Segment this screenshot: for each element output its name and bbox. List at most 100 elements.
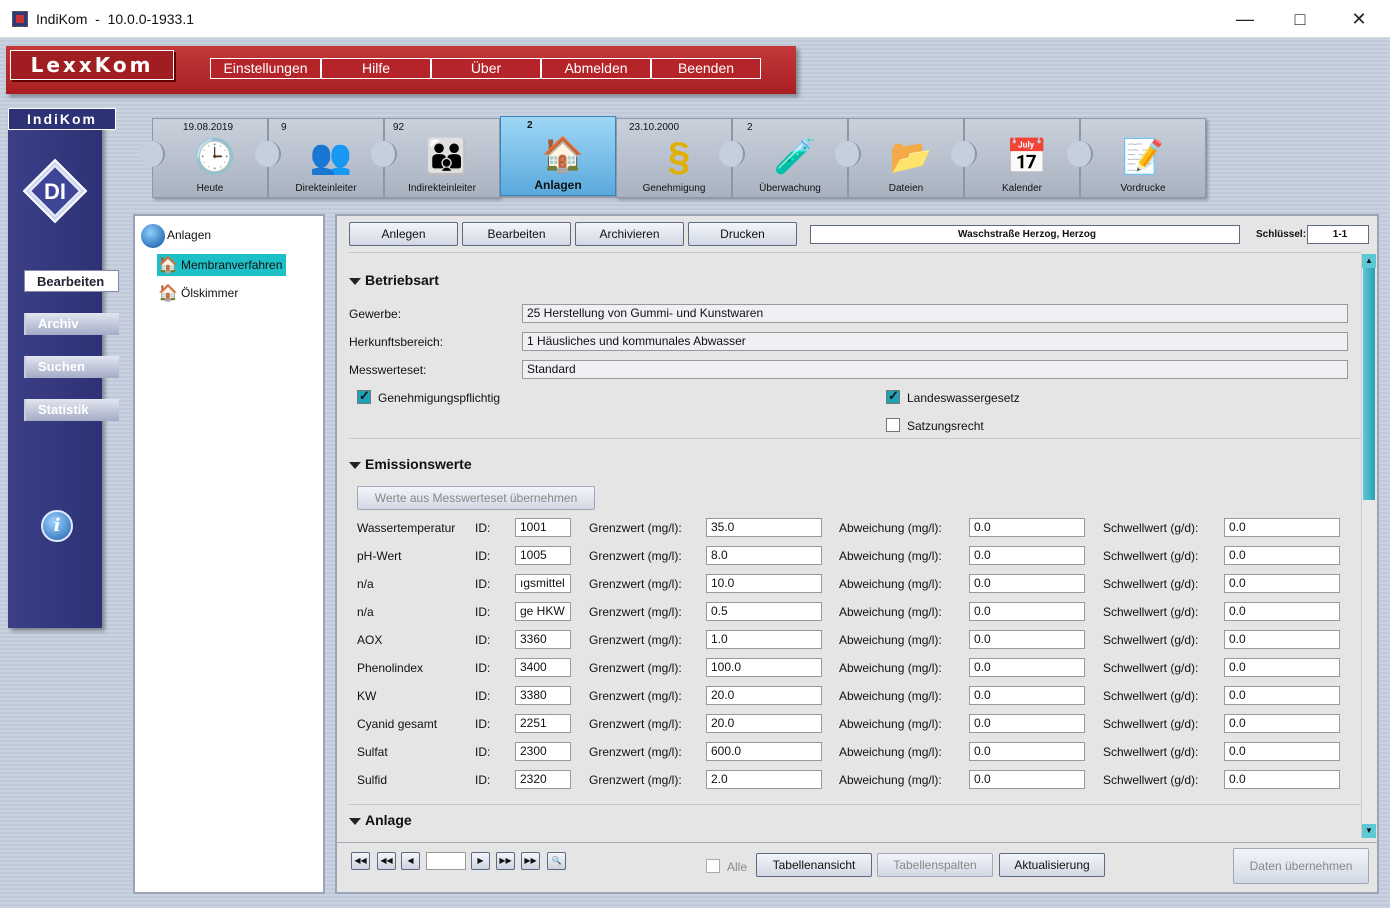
prev-record-icon[interactable]: ◀	[401, 852, 420, 870]
emission-threshold-field[interactable]: 0.0	[1224, 686, 1340, 705]
scroll-up-icon[interactable]: ▲	[1362, 254, 1376, 268]
emission-deviation-field[interactable]: 0.0	[969, 742, 1085, 761]
anlegen-button[interactable]: Anlegen	[349, 222, 458, 246]
sidebar-item-bearbeiten[interactable]: Bearbeiten	[24, 270, 119, 292]
emission-deviation-field[interactable]: 0.0	[969, 770, 1085, 789]
herkunft-field[interactable]: 1 Häusliches und kommunales Abwasser	[522, 332, 1348, 351]
emission-threshold-label: Schwellwert (g/d):	[1103, 661, 1199, 675]
refresh-button[interactable]: Aktualisierung	[999, 853, 1105, 877]
bearbeiten-button[interactable]: Bearbeiten	[462, 222, 571, 246]
next-record-icon[interactable]: ▶	[471, 852, 490, 870]
satzungsrecht-checkbox[interactable]	[886, 418, 900, 432]
take-values-button[interactable]: Werte aus Messwerteset übernehmen	[357, 486, 595, 510]
emission-id-field[interactable]: ge HKW	[515, 602, 571, 621]
vertical-scrollbar[interactable]: ▲ ▼	[1361, 254, 1376, 838]
toolbar-count: 2	[527, 120, 533, 131]
menu-hilfe[interactable]: Hilfe	[321, 58, 431, 79]
emission-id-field[interactable]: 2300	[515, 742, 571, 761]
emission-threshold-field[interactable]: 0.0	[1224, 602, 1340, 621]
emission-threshold-field[interactable]: 0.0	[1224, 714, 1340, 733]
emission-deviation-field[interactable]: 0.0	[969, 714, 1085, 733]
emission-id-field[interactable]: ıgsmittel	[515, 574, 571, 593]
emission-deviation-field[interactable]: 0.0	[969, 686, 1085, 705]
scroll-down-icon[interactable]: ▼	[1362, 824, 1376, 838]
first-record-icon[interactable]: ◀◀	[351, 852, 370, 870]
section-emissionswerte[interactable]: Emissionswerte	[349, 456, 472, 472]
toolbar-label: Überwachung	[759, 183, 821, 194]
toolbar-vordrucke[interactable]: 📝 Vordrucke	[1067, 118, 1206, 198]
gewerbe-field[interactable]: 25 Herstellung von Gummi- und Kunstwaren	[522, 304, 1348, 323]
emission-id-field[interactable]: 1005	[515, 546, 571, 565]
table-columns-button[interactable]: Tabellenspalten	[877, 853, 993, 877]
scroll-thumb[interactable]	[1363, 268, 1375, 500]
emission-threshold-field[interactable]: 0.0	[1224, 630, 1340, 649]
emission-threshold-field[interactable]: 0.0	[1224, 518, 1340, 537]
emission-limit-field[interactable]: 35.0	[706, 518, 822, 537]
drucken-button[interactable]: Drucken	[688, 222, 797, 246]
emission-deviation-field[interactable]: 0.0	[969, 630, 1085, 649]
emission-id-field[interactable]: 3380	[515, 686, 571, 705]
fast-forward-icon[interactable]: ▶▶	[496, 852, 515, 870]
toolbar-dateien[interactable]: 📂 Dateien	[835, 118, 964, 198]
emission-deviation-field[interactable]: 0.0	[969, 602, 1085, 621]
emission-threshold-field[interactable]: 0.0	[1224, 574, 1340, 593]
toolbar-ueberwachung[interactable]: 2 🧪 Überwachung	[719, 118, 848, 198]
minimize-icon[interactable]: —	[1222, 6, 1268, 32]
emission-limit-field[interactable]: 10.0	[706, 574, 822, 593]
emission-id-field[interactable]: 2251	[515, 714, 571, 733]
emission-deviation-field[interactable]: 0.0	[969, 658, 1085, 677]
emission-deviation-field[interactable]: 0.0	[969, 574, 1085, 593]
fast-back-icon[interactable]: ◀◀	[377, 852, 396, 870]
menu-beenden[interactable]: Beenden	[651, 58, 761, 79]
menu-ueber[interactable]: Über	[431, 58, 541, 79]
emission-id-field[interactable]: 1001	[515, 518, 571, 537]
toolbar-indirekteinleiter[interactable]: 92 👪 Indirekteinleiter	[371, 118, 500, 198]
emission-deviation-field[interactable]: 0.0	[969, 518, 1085, 537]
emission-limit-field[interactable]: 20.0	[706, 714, 822, 733]
emission-id-field[interactable]: 2320	[515, 770, 571, 789]
genehmigungspflichtig-checkbox[interactable]	[357, 388, 371, 404]
puzzle-knob	[371, 141, 397, 167]
toolbar-genehmigung[interactable]: 23.10.2000 § Genehmigung	[616, 118, 732, 198]
sidebar-item-archiv[interactable]: Archiv	[24, 313, 119, 335]
tree-item-membranverfahren[interactable]: 🏠 Membranverfahren	[157, 254, 287, 276]
messwerteset-field[interactable]: Standard	[522, 360, 1348, 379]
toolbar-anlagen[interactable]: 2 🏠 Anlagen	[500, 116, 616, 196]
table-view-button[interactable]: Tabellenansicht	[756, 853, 872, 877]
emission-limit-field[interactable]: 1.0	[706, 630, 822, 649]
emission-deviation-field[interactable]: 0.0	[969, 546, 1085, 565]
toolbar-direkteinleiter[interactable]: 9 👥 Direkteinleiter	[255, 118, 384, 198]
emission-limit-field[interactable]: 0.5	[706, 602, 822, 621]
emission-limit-field[interactable]: 600.0	[706, 742, 822, 761]
emission-limit-field[interactable]: 2.0	[706, 770, 822, 789]
emission-id-field[interactable]: 3360	[515, 630, 571, 649]
section-betriebsart[interactable]: Betriebsart	[349, 272, 439, 288]
emission-limit-field[interactable]: 100.0	[706, 658, 822, 677]
alle-checkbox[interactable]	[706, 859, 720, 873]
emission-limit-field[interactable]: 8.0	[706, 546, 822, 565]
close-icon[interactable]: ✕	[1336, 6, 1382, 32]
archivieren-button[interactable]: Archivieren	[575, 222, 684, 246]
emission-threshold-field[interactable]: 0.0	[1224, 658, 1340, 677]
last-record-icon[interactable]: ▶▶	[521, 852, 540, 870]
tree-item-oelskimmer[interactable]: 🏠 Ölskimmer	[157, 282, 238, 304]
emission-limit-field[interactable]: 20.0	[706, 686, 822, 705]
emission-threshold-field[interactable]: 0.0	[1224, 770, 1340, 789]
menu-einstellungen[interactable]: Einstellungen	[210, 58, 321, 79]
menu-abmelden[interactable]: Abmelden	[541, 58, 651, 79]
sidebar-item-suchen[interactable]: Suchen	[24, 356, 119, 378]
emission-id-field[interactable]: 3400	[515, 658, 571, 677]
info-icon[interactable]: i	[41, 510, 73, 542]
record-position-field[interactable]	[426, 852, 466, 870]
maximize-icon[interactable]: □	[1277, 6, 1323, 32]
toolbar-heute[interactable]: 19.08.2019 🕒 Heute	[139, 118, 268, 198]
tree-root[interactable]: Anlagen	[141, 224, 211, 248]
section-anlage[interactable]: Anlage	[349, 812, 412, 828]
emission-threshold-field[interactable]: 0.0	[1224, 742, 1340, 761]
apply-data-button[interactable]: Daten übernehmen	[1233, 848, 1369, 884]
emission-threshold-field[interactable]: 0.0	[1224, 546, 1340, 565]
toolbar-kalender[interactable]: 📅 Kalender	[951, 118, 1080, 198]
sidebar-item-statistik[interactable]: Statistik	[24, 399, 119, 421]
landeswassergesetz-checkbox[interactable]	[886, 388, 900, 404]
search-icon[interactable]: 🔍	[547, 852, 566, 870]
